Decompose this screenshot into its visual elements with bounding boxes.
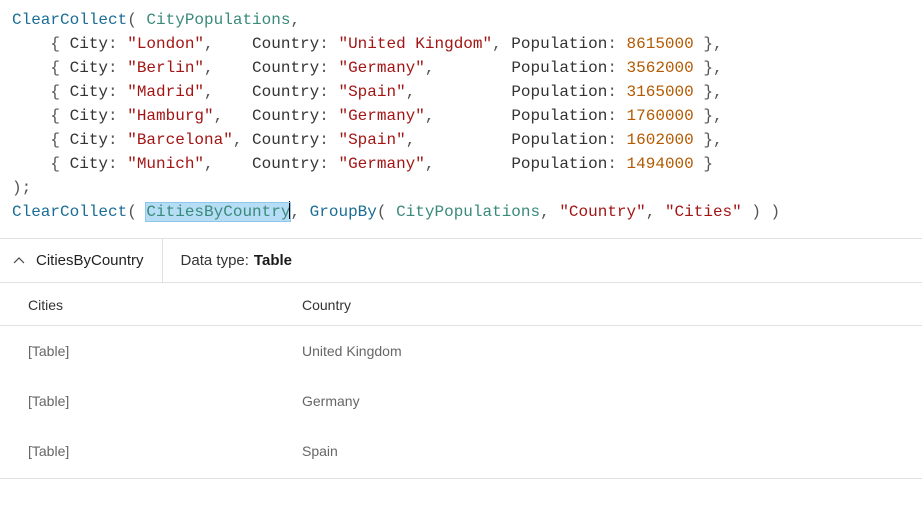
identifier: CityPopulations [146, 11, 290, 29]
cell-country: Germany [274, 393, 554, 409]
column-header-country[interactable]: Country [274, 283, 554, 325]
table-footer-divider [0, 478, 922, 479]
result-collapse-toggle[interactable]: CitiesByCountry [0, 239, 163, 282]
column-header-cities[interactable]: Cities [0, 283, 274, 325]
result-table: Cities Country [Table] United Kingdom [T… [0, 283, 922, 479]
data-type-value: Table [254, 252, 292, 269]
cell-cities[interactable]: [Table] [0, 443, 274, 459]
table-row[interactable]: [Table] Germany [0, 376, 922, 426]
table-row[interactable]: [Table] Spain [0, 426, 922, 476]
result-variable-name: CitiesByCountry [36, 252, 144, 269]
cell-country: Spain [274, 443, 554, 459]
table-row[interactable]: [Table] United Kingdom [0, 326, 922, 376]
data-type-label: Data type: [181, 252, 249, 269]
function-call: ClearCollect [12, 203, 127, 221]
chevron-up-icon [12, 254, 26, 268]
result-type-section: Data type: Table [163, 239, 292, 282]
function-call: ClearCollect [12, 11, 127, 29]
function-call: GroupBy [310, 203, 377, 221]
result-info-bar: CitiesByCountry Data type: Table [0, 239, 922, 283]
table-header-row: Cities Country [0, 283, 922, 326]
cell-cities[interactable]: [Table] [0, 393, 274, 409]
formula-editor[interactable]: ClearCollect( CityPopulations, { City: "… [0, 0, 922, 239]
cell-cities[interactable]: [Table] [0, 343, 274, 359]
cell-country: United Kingdom [274, 343, 554, 359]
selected-identifier: CitiesByCountry [146, 203, 290, 221]
